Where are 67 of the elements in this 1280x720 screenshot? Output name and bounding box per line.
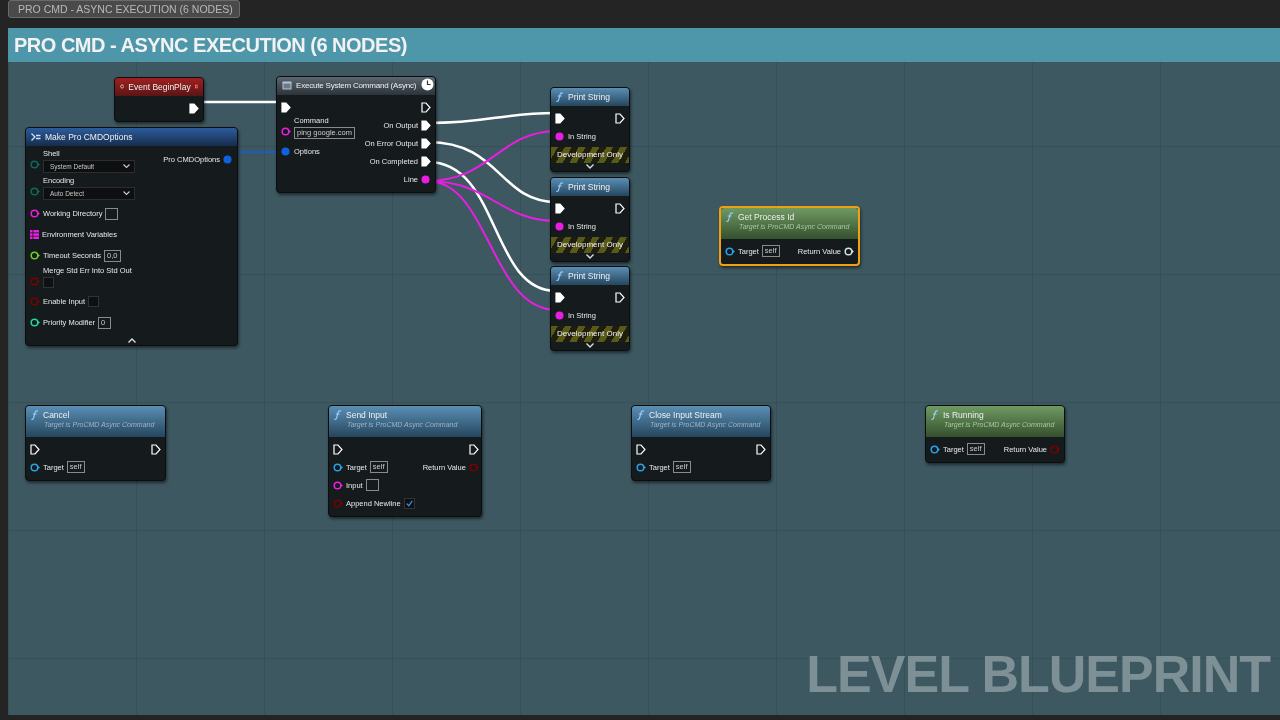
square-icon <box>194 83 198 90</box>
checkbox[interactable] <box>403 497 415 509</box>
array-pin-icon[interactable] <box>30 230 39 239</box>
node-title: Send Input <box>346 409 388 420</box>
data-pin-icon[interactable] <box>725 246 735 256</box>
exec-pin-icon[interactable] <box>615 291 625 303</box>
function-icon <box>556 91 564 102</box>
development-banner: Development Only <box>551 147 629 163</box>
caret-icon <box>123 164 130 169</box>
diamond-icon <box>120 82 125 91</box>
node-title: Execute System Command (Async) <box>296 81 417 90</box>
struct-icon <box>31 132 41 141</box>
chevron-icon[interactable] <box>586 164 594 169</box>
node-title: Make Pro CMDOptions <box>45 131 133 142</box>
function-icon <box>726 211 734 222</box>
comment-title: PRO CMD - ASYNC EXECUTION (6 NODES) <box>8 28 1280 62</box>
exec-pin-icon[interactable] <box>30 443 40 455</box>
exec-pin-icon[interactable] <box>421 155 431 167</box>
node-title: Print String <box>568 270 611 281</box>
function-icon <box>556 181 564 192</box>
text-field[interactable] <box>365 479 379 491</box>
exec-pin-icon[interactable] <box>333 443 343 455</box>
function-icon <box>931 409 939 420</box>
data-pin-icon[interactable] <box>30 251 40 260</box>
exec-pin-icon[interactable] <box>421 119 431 131</box>
node-title: Event BeginPlay <box>128 81 191 92</box>
clock-icon <box>421 78 434 91</box>
node-card[interactable]: Event BeginPlay <box>114 77 204 122</box>
caret-icon <box>123 191 130 196</box>
exec-pin-icon[interactable] <box>468 443 479 455</box>
development-banner: Development Only <box>551 326 629 342</box>
data-pin-icon[interactable] <box>333 462 343 472</box>
chevron-icon[interactable] <box>586 343 594 348</box>
text-field[interactable] <box>105 207 119 220</box>
exec-pin-icon[interactable] <box>636 443 646 455</box>
exec-pin-icon[interactable] <box>555 291 565 303</box>
data-pin-icon[interactable] <box>30 318 40 327</box>
node-title: Close Input Stream <box>649 409 722 420</box>
exec-pin-icon[interactable] <box>555 112 565 124</box>
data-pin-icon[interactable] <box>30 462 40 472</box>
exec-pin-icon[interactable] <box>421 101 431 113</box>
exec-pin-icon[interactable] <box>281 101 291 113</box>
node-title: Cancel <box>43 409 70 420</box>
watermark-label: LEVEL BLUEPRINT <box>806 644 1270 704</box>
checkbox[interactable] <box>88 296 100 307</box>
exec-pin-icon[interactable] <box>615 202 625 214</box>
function-icon <box>556 270 564 281</box>
exec-pin-icon[interactable] <box>756 443 766 455</box>
node-title: Print String <box>568 181 611 192</box>
exec-pin-icon[interactable] <box>189 102 199 114</box>
data-pin-icon[interactable] <box>930 444 940 454</box>
exec-pin-icon[interactable] <box>151 443 161 455</box>
window-icon <box>282 81 292 90</box>
data-pin-icon[interactable] <box>636 462 646 472</box>
node-title: Is Running <box>943 409 984 420</box>
exec-pin-icon[interactable] <box>555 202 565 214</box>
function-icon <box>334 409 342 420</box>
development-banner: Development Only <box>551 237 629 253</box>
function-icon <box>637 409 645 420</box>
exec-pin-icon[interactable] <box>421 137 431 149</box>
node-title: Print String <box>568 91 611 102</box>
function-icon <box>31 409 39 420</box>
node-title: Get Process Id <box>738 211 795 222</box>
exec-pin-icon[interactable] <box>615 112 625 124</box>
checkbox[interactable] <box>43 277 54 288</box>
chevron-icon[interactable] <box>586 254 594 259</box>
chevron-icon[interactable] <box>127 338 136 343</box>
